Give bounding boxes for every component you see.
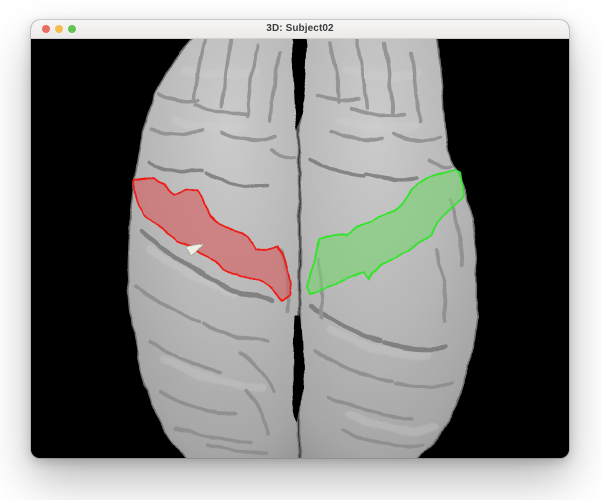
viewer-window: 3D: Subject02 bbox=[31, 20, 569, 458]
close-button-icon[interactable] bbox=[42, 25, 50, 33]
window-title: 3D: Subject02 bbox=[266, 20, 333, 38]
traffic-lights bbox=[42, 25, 80, 33]
viewer-canvas[interactable] bbox=[31, 39, 569, 458]
zoom-button-icon[interactable] bbox=[68, 25, 76, 33]
brain-render-svg[interactable] bbox=[31, 39, 569, 458]
minimize-button-icon[interactable] bbox=[55, 25, 63, 33]
window-titlebar[interactable]: 3D: Subject02 bbox=[31, 20, 569, 39]
